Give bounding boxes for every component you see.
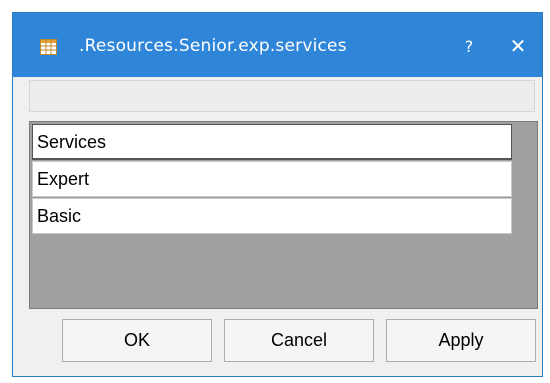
scrollbar[interactable] [518,124,535,306]
close-button[interactable]: ✕ [507,35,529,57]
dialog-window: .Resources.Senior.exp.services ? ✕ Servi… [12,12,543,377]
help-button[interactable]: ? [461,37,477,57]
apply-button[interactable]: Apply [386,319,536,362]
cancel-button[interactable]: Cancel [224,319,374,362]
ok-button[interactable]: OK [62,319,212,362]
list-header[interactable]: Services [32,124,512,160]
title-bar[interactable]: .Resources.Senior.exp.services ? ✕ [13,13,542,77]
list-item[interactable]: Basic [32,198,512,234]
window-title: .Resources.Senior.exp.services [79,36,347,56]
filter-input[interactable] [29,80,535,112]
table-icon [40,39,57,55]
services-list[interactable]: Services Expert Basic [29,121,538,309]
list-item[interactable]: Expert [32,161,512,197]
